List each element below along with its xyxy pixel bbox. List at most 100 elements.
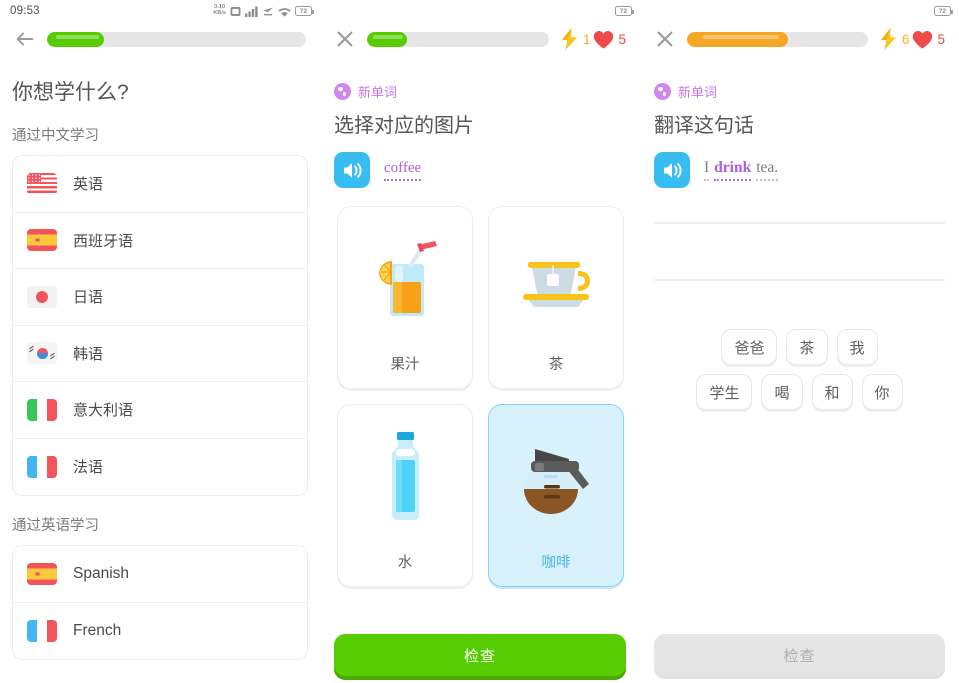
new-word-badge-icon [654, 83, 671, 100]
streak-counter[interactable]: 6 [879, 28, 910, 50]
sentence-token[interactable]: I [704, 159, 710, 181]
picture-option-label: 水 [397, 555, 413, 571]
word-tile[interactable]: 爸爸 [721, 329, 778, 365]
heart-icon [594, 30, 614, 48]
list-item-label: 日语 [73, 289, 104, 307]
lesson-progress-fill [687, 31, 789, 47]
word-tile[interactable]: 茶 [786, 329, 828, 365]
list-item[interactable]: 英语 [13, 156, 307, 213]
new-word-badge-icon [334, 83, 351, 100]
data-arrows-icon [263, 7, 273, 15]
streak-value: 1 [582, 31, 591, 47]
korea-flag-icon [27, 342, 57, 365]
word-tile[interactable]: 和 [811, 374, 853, 410]
speaker-icon[interactable] [334, 152, 370, 188]
battery-icon: 72 [934, 6, 953, 16]
lesson-progress-bar [687, 31, 868, 47]
word-tile[interactable]: 你 [861, 374, 903, 410]
sentence-token-highlighted[interactable]: drink [714, 159, 752, 181]
picture-option-water[interactable]: 水 [337, 404, 473, 587]
juice-glass-icon [338, 207, 472, 353]
list-item-label: 意大利语 [73, 402, 134, 420]
france-flag-icon [27, 619, 57, 642]
section-label-english: 通过英语学习 [12, 518, 99, 534]
word-bank: 爸爸 茶 我 学生 喝 和 你 [654, 329, 945, 410]
close-x-icon[interactable] [334, 28, 356, 50]
picture-option-label: 果汁 [390, 357, 420, 373]
teacup-icon [489, 207, 623, 353]
three-screen-comparison: 09:53 0.10 KB/s 72 你想学什么? 通过中文学习 英语 西班牙语… [0, 0, 959, 683]
answer-line [654, 279, 945, 281]
close-x-icon[interactable] [654, 28, 676, 50]
prompt-sentence: I drink tea. [704, 159, 779, 181]
check-button[interactable]: 检查 [334, 634, 626, 676]
lesson-metrics: 6 5 [879, 28, 945, 50]
wifi-icon [278, 7, 291, 17]
word-tile[interactable]: 我 [836, 329, 878, 365]
lesson-topbar: 6 5 [640, 22, 959, 56]
lightning-bolt-icon [561, 28, 577, 50]
picture-option-juice[interactable]: 果汁 [337, 206, 473, 389]
hearts-counter[interactable]: 5 [593, 30, 626, 49]
list-item[interactable]: 西班牙语 [13, 213, 307, 269]
spain-flag-icon [27, 229, 57, 252]
back-arrow-icon[interactable] [14, 28, 36, 50]
picture-option-tea[interactable]: 茶 [488, 206, 624, 389]
page-title: 你想学什么? [12, 81, 129, 104]
status-bar: 72 [320, 0, 640, 22]
lesson-progress-bar [367, 31, 549, 47]
status-badge: 新单词 [654, 82, 959, 101]
list-item[interactable]: French [13, 603, 307, 660]
lesson-progress-fill [367, 31, 408, 47]
check-button[interactable]: 检查 [654, 634, 945, 676]
list-item[interactable]: Spanish [13, 546, 307, 603]
sim-icon [230, 6, 241, 16]
list-item[interactable]: 日语 [13, 269, 307, 326]
signal-bars-icon [245, 6, 258, 17]
japan-flag-icon [27, 285, 57, 308]
status-bar-time: 09:53 [10, 5, 40, 17]
speaker-icon[interactable] [654, 152, 690, 188]
list-item[interactable]: 韩语 [13, 326, 307, 382]
question-title: 选择对应的图片 [334, 115, 474, 137]
course-picker-topbar [0, 22, 320, 56]
course-progress-fill [47, 31, 104, 47]
audio-prompt: coffee [334, 152, 640, 188]
list-item-label: 英语 [73, 176, 104, 194]
streak-value: 6 [901, 31, 910, 47]
language-list-chinese: 英语 西班牙语 日语 韩语 意大利语 法语 [12, 155, 308, 496]
picture-options-grid: 果汁 茶 水 咖啡 [337, 206, 640, 587]
list-item-label: 西班牙语 [73, 232, 134, 250]
heart-icon [913, 30, 933, 48]
lightning-bolt-icon [880, 28, 896, 50]
answer-area[interactable] [654, 222, 945, 281]
screen-course-picker: 09:53 0.10 KB/s 72 你想学什么? 通过中文学习 英语 西班牙语… [0, 0, 320, 683]
hearts-counter[interactable]: 5 [912, 30, 945, 49]
lesson-metrics: 1 5 [560, 28, 626, 50]
word-tile[interactable]: 学生 [696, 374, 753, 410]
streak-counter[interactable]: 1 [560, 28, 591, 50]
list-item[interactable]: 意大利语 [13, 382, 307, 439]
answer-line [654, 222, 945, 224]
status-bar-icons: 0.10 KB/s 72 [213, 5, 314, 17]
list-item[interactable]: 法语 [13, 439, 307, 496]
screen-pick-picture: 72 1 5 新单词 选择对应的图片 coffee 果汁 茶 水 咖啡 检查 [320, 0, 640, 683]
word-bank-row: 爸爸 茶 我 [721, 329, 878, 365]
battery-icon: 72 [615, 6, 634, 16]
picture-option-label: 咖啡 [541, 555, 571, 571]
prompt-word[interactable]: coffee [384, 160, 422, 181]
water-bottle-icon [338, 405, 472, 551]
word-bank-row: 学生 喝 和 你 [696, 374, 903, 410]
france-flag-icon [27, 455, 57, 478]
hearts-value: 5 [618, 31, 626, 47]
hearts-value: 5 [937, 31, 945, 47]
status-badge: 新单词 [334, 82, 640, 101]
status-bar: 09:53 0.10 KB/s 72 [0, 0, 320, 22]
picture-option-coffee[interactable]: 咖啡 [488, 404, 624, 587]
status-bar: 72 [640, 0, 959, 22]
list-item-label: 韩语 [73, 345, 104, 363]
sentence-token[interactable]: tea. [756, 159, 779, 181]
battery-icon: 72 [295, 6, 314, 16]
word-tile[interactable]: 喝 [761, 374, 803, 410]
question-title: 翻译这句话 [654, 115, 754, 137]
